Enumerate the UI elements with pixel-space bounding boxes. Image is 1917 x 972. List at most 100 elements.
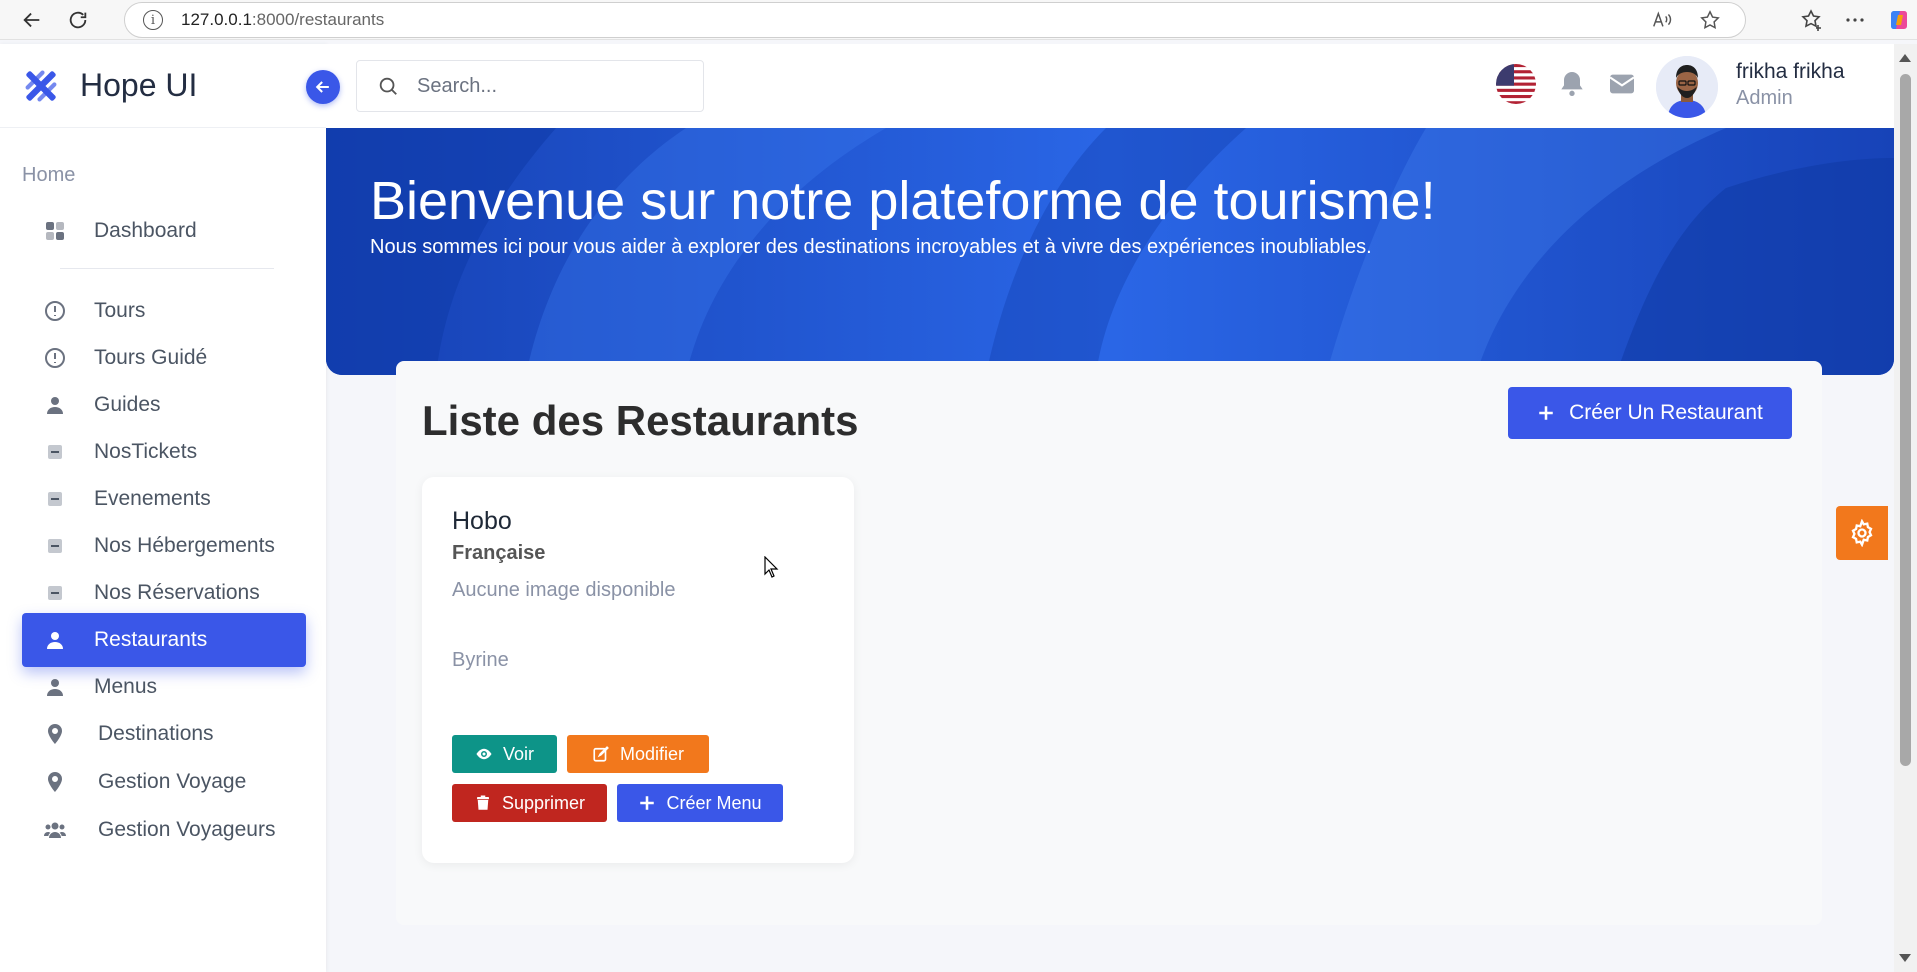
sidebar-item-hebergements[interactable]: Nos Hébergements xyxy=(22,519,306,573)
create-restaurant-button[interactable]: Créer Un Restaurant xyxy=(1508,387,1792,439)
sidebar-item-label: Nos Hébergements xyxy=(94,534,275,557)
sidebar-item-label: Tours Guidé xyxy=(94,346,208,369)
sidebar-divider xyxy=(60,268,274,269)
banner-subtitle: Nous sommes ici pour vous aider à explor… xyxy=(370,236,1372,258)
map-pin-icon xyxy=(42,721,68,747)
copilot-icon[interactable] xyxy=(1887,8,1911,32)
welcome-banner: Bienvenue sur notre plateforme de touris… xyxy=(326,128,1894,375)
sidebar-item-label: Gestion Voyage xyxy=(98,770,247,793)
sidebar-item-evenements[interactable]: Evenements xyxy=(22,472,306,526)
edit-label: Modifier xyxy=(619,743,685,764)
browser-toolbar: i 127.0.0.1:8000/restaurants xyxy=(0,0,1917,40)
minus-square-icon xyxy=(42,533,68,559)
plus-icon xyxy=(1539,406,1553,420)
user-name[interactable]: frikha frikha xyxy=(1736,60,1845,84)
page-scrollbar[interactable] xyxy=(1894,44,1917,972)
minus-square-icon xyxy=(42,486,68,512)
user-icon xyxy=(42,392,68,418)
search-box[interactable] xyxy=(356,60,704,112)
alert-circle-icon xyxy=(42,345,68,371)
search-icon xyxy=(379,77,397,95)
sidebar: Hope UI Home Dashboard Tours Tours Guidé… xyxy=(0,44,326,972)
restaurants-panel: Liste des Restaurants Créer Un Restauran… xyxy=(396,361,1822,925)
create-restaurant-label: Créer Un Restaurant xyxy=(1569,401,1763,424)
favorite-star-icon[interactable] xyxy=(1699,9,1721,31)
url-path: :8000/restaurants xyxy=(251,10,385,29)
sidebar-item-label: Dashboard xyxy=(94,219,197,242)
sidebar-item-restaurants[interactable]: Restaurants xyxy=(22,613,306,667)
edit-icon xyxy=(593,746,609,762)
us-flag-icon[interactable] xyxy=(1496,64,1536,104)
plus-icon xyxy=(640,796,655,810)
address-bar[interactable]: i 127.0.0.1:8000/restaurants xyxy=(124,2,1746,38)
brand[interactable]: Hope UI xyxy=(0,44,326,128)
arrow-left-icon xyxy=(315,81,329,93)
delete-label: Supprimer xyxy=(501,792,586,813)
sidebar-item-label: Evenements xyxy=(94,487,211,510)
trash-icon xyxy=(476,795,489,810)
edit-button[interactable]: Modifier xyxy=(567,735,709,773)
notification-bell-icon[interactable] xyxy=(1556,68,1588,100)
create-menu-label: Créer Menu xyxy=(666,792,762,813)
back-icon[interactable] xyxy=(12,0,52,40)
sidebar-item-label: Tours xyxy=(94,299,146,322)
user-icon xyxy=(42,627,68,653)
site-info-icon[interactable]: i xyxy=(143,10,163,30)
scroll-thumb[interactable] xyxy=(1900,74,1911,766)
sidebar-item-label: Menus xyxy=(94,675,158,698)
minus-square-icon xyxy=(42,439,68,465)
restaurant-card: Hobo Française Aucune image disponible B… xyxy=(422,477,854,863)
delete-button[interactable]: Supprimer xyxy=(452,784,607,822)
sidebar-item-menus[interactable]: Menus xyxy=(22,660,306,714)
sidebar-item-label: Nos Réservations xyxy=(94,581,260,604)
sidebar-item-label: Restaurants xyxy=(94,628,208,651)
restaurant-location: Byrine xyxy=(452,649,509,671)
url-host: 127.0.0.1 xyxy=(181,10,252,29)
mouse-cursor-icon xyxy=(764,556,779,578)
banner-title: Bienvenue sur notre plateforme de touris… xyxy=(370,171,1436,231)
hope-ui-logo-icon xyxy=(25,70,57,101)
dashboard-icon xyxy=(42,218,68,244)
sidebar-item-gestion-voyageurs[interactable]: Gestion Voyageurs xyxy=(22,803,306,857)
sidebar-item-label: Destinations xyxy=(98,722,214,745)
create-menu-button[interactable]: Créer Menu xyxy=(617,784,783,822)
view-button[interactable]: Voir xyxy=(452,735,557,773)
gear-icon xyxy=(1851,519,1873,547)
reload-icon[interactable] xyxy=(58,0,98,40)
restaurant-name: Hobo xyxy=(452,507,512,535)
user-role: Admin xyxy=(1736,87,1793,109)
users-icon xyxy=(42,817,68,843)
sidebar-item-dashboard[interactable]: Dashboard xyxy=(22,204,306,258)
section-label-home: Home xyxy=(22,164,76,186)
sidebar-item-label: Guides xyxy=(94,393,161,416)
favorites-icon[interactable] xyxy=(1799,8,1823,32)
avatar[interactable] xyxy=(1656,56,1718,118)
sidebar-item-label: Gestion Voyageurs xyxy=(98,818,276,841)
sidebar-item-tours-guide[interactable]: Tours Guidé xyxy=(22,331,306,385)
sidebar-item-guides[interactable]: Guides xyxy=(22,378,306,432)
view-label: Voir xyxy=(502,743,535,764)
minus-square-icon xyxy=(42,580,68,606)
sidebar-item-tours[interactable]: Tours xyxy=(22,284,306,338)
sidebar-item-destinations[interactable]: Destinations xyxy=(22,707,306,761)
alert-circle-icon xyxy=(42,298,68,324)
sidebar-item-gestion-voyage[interactable]: Gestion Voyage xyxy=(22,755,306,809)
mail-icon[interactable] xyxy=(1606,68,1638,100)
search-input[interactable] xyxy=(417,74,677,98)
eye-icon xyxy=(476,748,492,760)
sidebar-item-reservations[interactable]: Nos Réservations xyxy=(22,566,306,620)
sidebar-item-label: NosTickets xyxy=(94,440,198,463)
scroll-up-arrow-icon[interactable] xyxy=(1899,54,1911,62)
user-icon xyxy=(42,674,68,700)
top-header: frikha frikha Admin xyxy=(326,44,1894,128)
restaurant-cuisine: Française xyxy=(452,542,546,564)
page-title: Liste des Restaurants xyxy=(422,397,859,444)
restaurant-image-placeholder: Aucune image disponible xyxy=(452,579,676,601)
read-aloud-icon[interactable] xyxy=(1651,9,1673,31)
scroll-down-arrow-icon[interactable] xyxy=(1899,954,1911,962)
sidebar-item-nostickets[interactable]: NosTickets xyxy=(22,425,306,479)
map-pin-icon xyxy=(42,769,68,795)
sidebar-collapse-button[interactable] xyxy=(306,70,340,104)
settings-panel-toggle[interactable] xyxy=(1836,506,1888,560)
more-options-icon[interactable] xyxy=(1843,8,1867,32)
